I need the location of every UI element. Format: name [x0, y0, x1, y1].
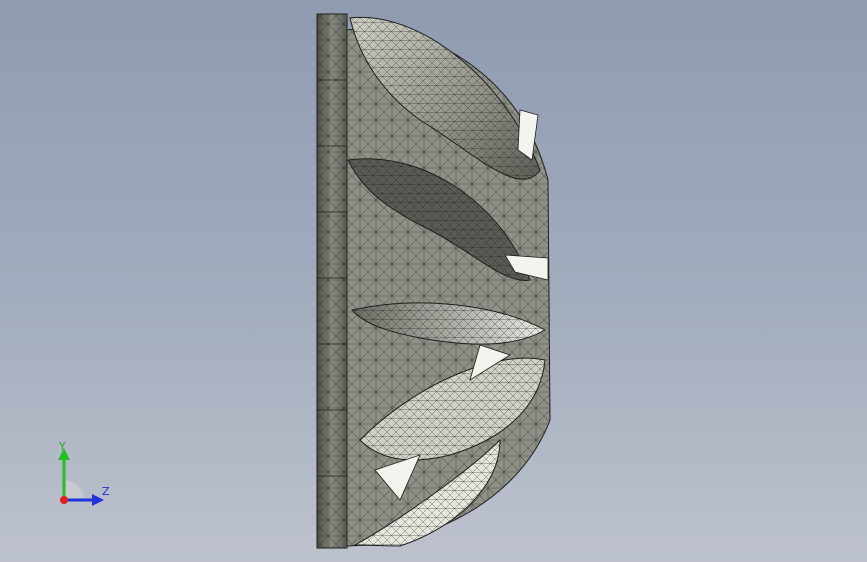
triad-plane-indicator [64, 480, 84, 500]
3d-viewport[interactable]: Y Z [0, 0, 867, 562]
hub-plate [316, 13, 348, 549]
z-axis-label: Z [102, 485, 110, 498]
impeller-model[interactable] [0, 0, 867, 562]
axis-triad: Y Z [44, 436, 124, 516]
y-axis-label: Y [59, 440, 66, 453]
x-axis-origin [60, 496, 68, 504]
